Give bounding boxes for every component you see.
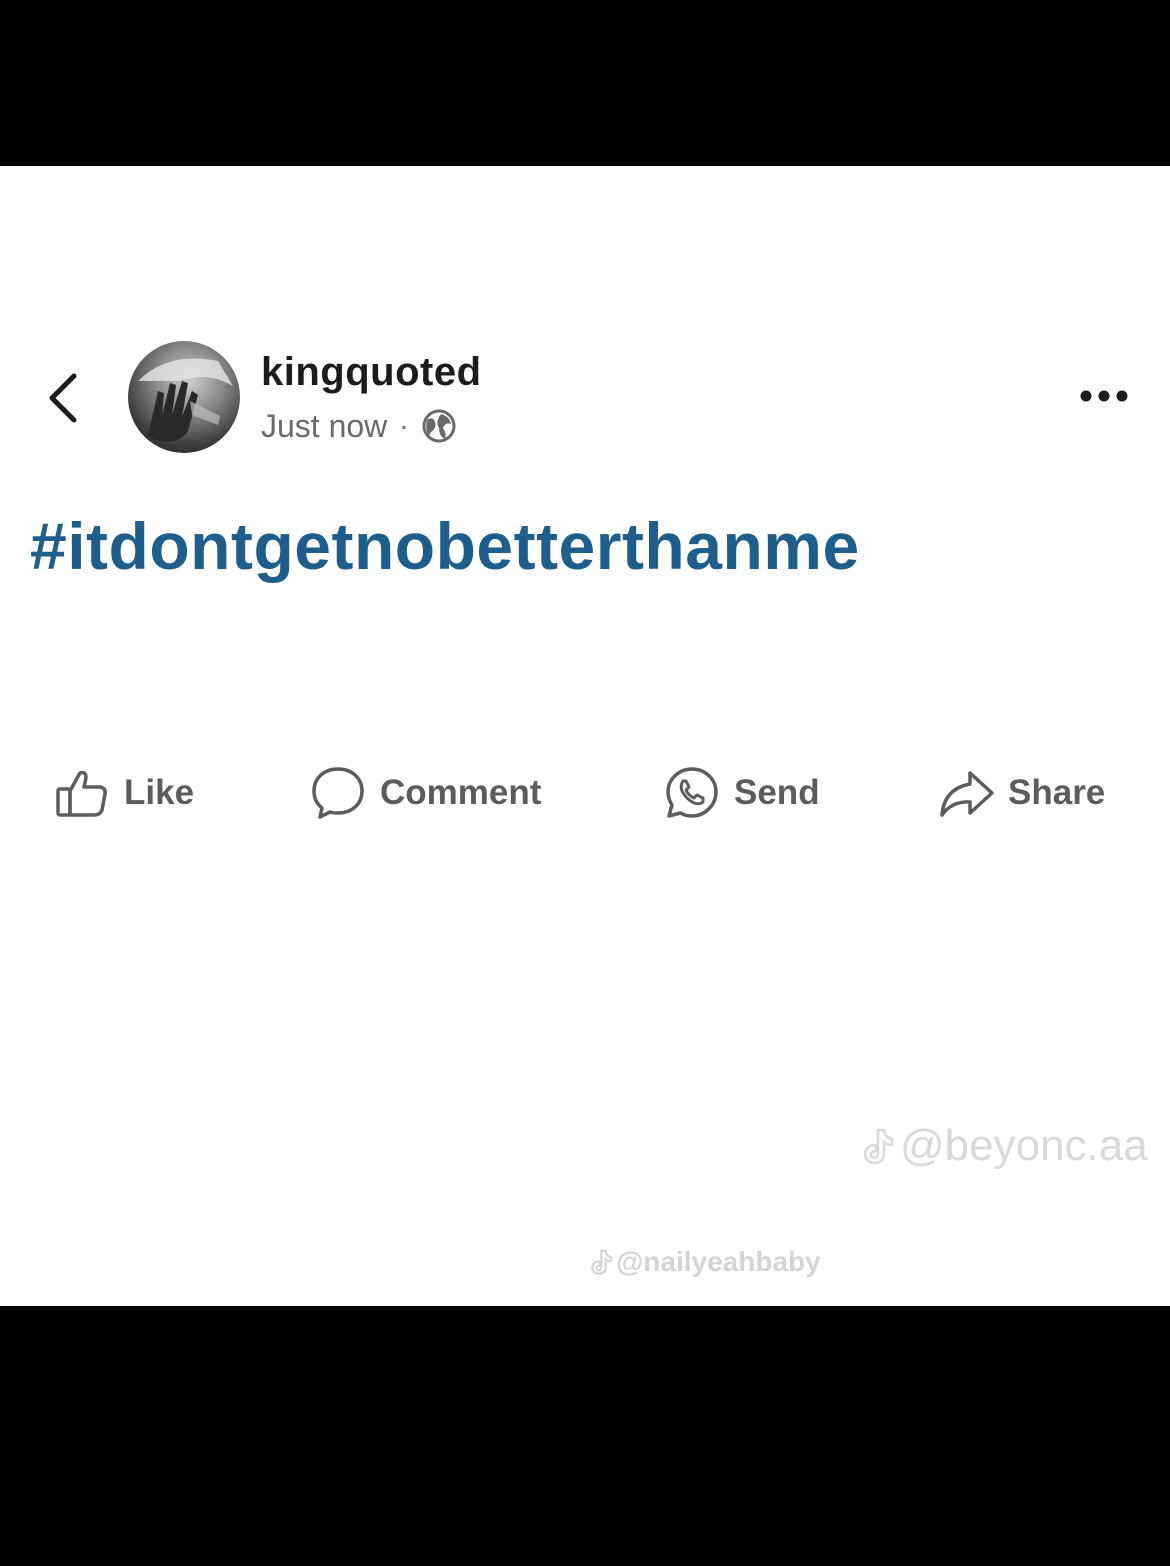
globe-icon — [422, 409, 456, 443]
like-label: Like — [124, 773, 195, 812]
whatsapp-icon — [666, 767, 718, 818]
avatar[interactable] — [128, 341, 240, 453]
letterbox-bottom — [0, 1306, 1170, 1566]
like-button[interactable]: Like — [54, 758, 194, 828]
comment-label: Comment — [380, 773, 542, 812]
share-button[interactable]: Share — [938, 758, 1105, 828]
send-button[interactable]: Send — [664, 758, 820, 828]
thumbs-up-icon — [56, 770, 107, 817]
avatar-image — [138, 358, 233, 442]
timestamp: Just now — [261, 407, 388, 444]
post-meta: Just now · — [261, 404, 457, 448]
tiktok-icon — [591, 1249, 613, 1275]
back-chevron-icon[interactable] — [44, 370, 84, 426]
meta-separator: · — [399, 410, 409, 441]
post-hashtag[interactable]: #itdontgetnobetterthanme — [30, 508, 860, 584]
tiktok-watermark-secondary: @nailyeahbaby — [586, 1246, 821, 1278]
comment-button[interactable]: Comment — [310, 758, 541, 828]
tiktok-watermark: @beyonc.aa — [856, 1121, 1148, 1171]
send-label: Send — [734, 773, 820, 812]
comment-bubble-icon — [312, 767, 364, 819]
share-arrow-icon — [940, 771, 994, 817]
tiktok-handle-secondary: @nailyeahbaby — [616, 1246, 821, 1277]
share-label: Share — [1008, 773, 1106, 812]
tiktok-handle: @beyonc.aa — [900, 1121, 1148, 1170]
post-card: kingquoted Just now · #itdontgetnobetter… — [0, 166, 1170, 1306]
tiktok-icon — [863, 1128, 894, 1165]
username[interactable]: kingquoted — [261, 350, 482, 395]
letterbox-top — [0, 0, 1170, 166]
more-options-icon[interactable] — [1076, 384, 1136, 408]
